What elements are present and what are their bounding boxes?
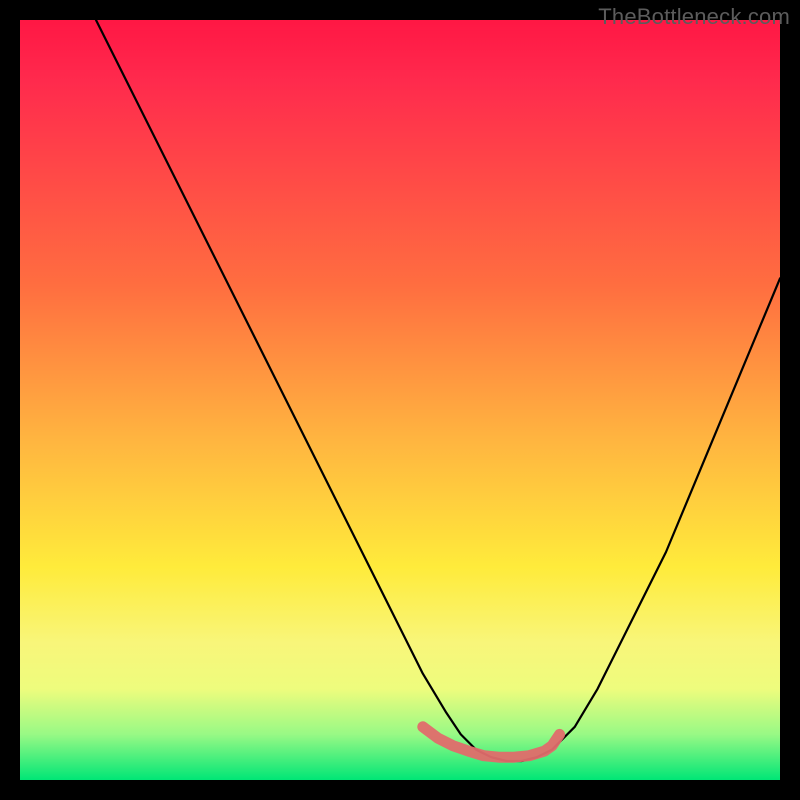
bottleneck-curve bbox=[96, 20, 780, 761]
chart-svg bbox=[20, 20, 780, 780]
watermark-text: TheBottleneck.com bbox=[598, 4, 790, 30]
chart-frame: TheBottleneck.com bbox=[0, 0, 800, 800]
highlight-region bbox=[423, 727, 560, 757]
plot-area bbox=[20, 20, 780, 780]
